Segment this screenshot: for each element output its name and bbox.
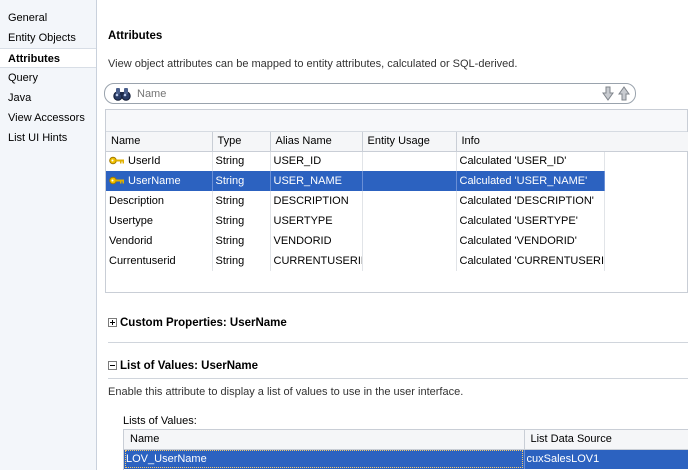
table-header-row: Name Type Alias Name Entity Usage Info	[106, 132, 605, 152]
cell-info[interactable]: Calculated 'USERTYPE'	[456, 211, 605, 231]
sort-down-icon[interactable]	[601, 86, 615, 101]
nav-item-entity-objects[interactable]: Entity Objects	[0, 28, 96, 48]
column-header-name[interactable]: Name	[106, 132, 213, 152]
custom-properties-header[interactable]: Custom Properties: UserName	[108, 317, 287, 329]
attribute-name: UserId	[128, 155, 161, 168]
nav-item-attributes[interactable]: Attributes	[0, 48, 96, 68]
cell-info[interactable]: Calculated 'USER_ID'	[456, 151, 605, 171]
cell-alias[interactable]: USERTYPE	[270, 211, 363, 231]
cell-entity-usage[interactable]	[362, 151, 457, 171]
search-input[interactable]	[137, 86, 557, 101]
cell-type[interactable]: String	[212, 251, 271, 271]
table-row[interactable]: Currentuserid String CURRENTUSERID Calcu…	[106, 251, 605, 271]
key-icon	[109, 176, 124, 185]
cell-entity-usage[interactable]	[362, 191, 457, 211]
cell-name[interactable]: Description	[106, 191, 213, 211]
table-row[interactable]: UserId String USER_ID Calculated 'USER_I…	[106, 151, 605, 171]
sort-up-icon[interactable]	[617, 86, 631, 101]
column-header-list-data-source[interactable]: List Data Source	[524, 430, 688, 450]
page-description: View object attributes can be mapped to …	[108, 58, 518, 70]
nav-item-java[interactable]: Java	[0, 88, 96, 108]
nav-item-view-accessors[interactable]: View Accessors	[0, 108, 96, 128]
column-header-type[interactable]: Type	[212, 132, 271, 152]
table-row[interactable]: Vendorid String VENDORID Calculated 'VEN…	[106, 231, 605, 251]
custom-properties-title: Custom Properties: UserName	[120, 317, 287, 329]
expand-icon[interactable]	[108, 318, 117, 327]
key-icon	[109, 156, 124, 165]
lov-table-panel: Name List Data Source LOV_UserName cuxSa…	[123, 429, 688, 470]
table-row-selected[interactable]: UserName String USER_NAME Calculated 'US…	[106, 171, 605, 191]
cell-info[interactable]: Calculated 'VENDORID'	[456, 231, 605, 251]
cell-name[interactable]: Vendorid	[106, 231, 213, 251]
cell-entity-usage[interactable]	[362, 231, 457, 251]
table-row[interactable]: Description String DESCRIPTION Calculate…	[106, 191, 605, 211]
nav-item-query[interactable]: Query	[0, 68, 96, 88]
editor-nav: General Entity Objects Attributes Query …	[0, 0, 97, 470]
column-header-lov-name[interactable]: Name	[124, 430, 525, 450]
divider	[108, 342, 688, 343]
table-toolbar	[106, 110, 687, 132]
divider	[108, 378, 688, 379]
cell-type[interactable]: String	[212, 151, 271, 171]
lists-of-values-label: Lists of Values:	[123, 415, 197, 427]
cell-info[interactable]: Calculated 'DESCRIPTION'	[456, 191, 605, 211]
cell-info[interactable]: Calculated 'USER_NAME'	[456, 171, 605, 191]
nav-item-list-ui-hints[interactable]: List UI Hints	[0, 128, 96, 148]
cell-alias[interactable]: CURRENTUSERID	[270, 251, 363, 271]
cell-name[interactable]: Usertype	[106, 211, 213, 231]
table-row[interactable]: Usertype String USERTYPE Calculated 'USE…	[106, 211, 605, 231]
cell-lov-name[interactable]: LOV_UserName	[124, 449, 525, 469]
cell-alias[interactable]: USER_ID	[270, 151, 363, 171]
column-header-entity-usage[interactable]: Entity Usage	[362, 132, 457, 152]
attributes-table-panel: Name Type Alias Name Entity Usage Info U…	[105, 109, 688, 293]
cell-type[interactable]: String	[212, 231, 271, 251]
attributes-page: Attributes View object attributes can be…	[98, 0, 688, 470]
cell-alias[interactable]: USER_NAME	[270, 171, 363, 191]
table-row-selected[interactable]: LOV_UserName cuxSalesLOV1	[124, 449, 688, 469]
cell-alias[interactable]: DESCRIPTION	[270, 191, 363, 211]
cell-name[interactable]: Currentuserid	[106, 251, 213, 271]
column-header-info[interactable]: Info	[456, 132, 605, 152]
page-title: Attributes	[108, 30, 163, 42]
attribute-name: UserName	[128, 175, 181, 187]
search-box[interactable]	[104, 83, 636, 104]
attributes-table: Name Type Alias Name Entity Usage Info U…	[106, 132, 605, 271]
cell-type[interactable]: String	[212, 211, 271, 231]
cell-type[interactable]: String	[212, 171, 271, 191]
cell-type[interactable]: String	[212, 191, 271, 211]
cell-entity-usage[interactable]	[362, 251, 457, 271]
nav-item-general[interactable]: General	[0, 8, 96, 28]
cell-list-data-source[interactable]: cuxSalesLOV1	[524, 449, 688, 469]
cell-entity-usage[interactable]	[362, 171, 457, 191]
table-header-row: Name List Data Source	[124, 430, 688, 450]
binoculars-icon[interactable]	[113, 87, 131, 101]
list-of-values-header[interactable]: List of Values: UserName	[108, 360, 258, 372]
cell-info[interactable]: Calculated 'CURRENTUSERID'	[456, 251, 605, 271]
lov-table: Name List Data Source LOV_UserName cuxSa…	[124, 430, 688, 469]
cell-entity-usage[interactable]	[362, 211, 457, 231]
list-of-values-description: Enable this attribute to display a list …	[108, 386, 464, 398]
column-header-alias-name[interactable]: Alias Name	[270, 132, 363, 152]
list-of-values-title: List of Values: UserName	[120, 360, 259, 372]
table-header-filler	[604, 132, 688, 152]
cell-name[interactable]: UserName	[106, 171, 213, 191]
cell-alias[interactable]: VENDORID	[270, 231, 363, 251]
cell-name[interactable]: UserId	[106, 151, 213, 171]
collapse-icon[interactable]	[108, 361, 117, 370]
